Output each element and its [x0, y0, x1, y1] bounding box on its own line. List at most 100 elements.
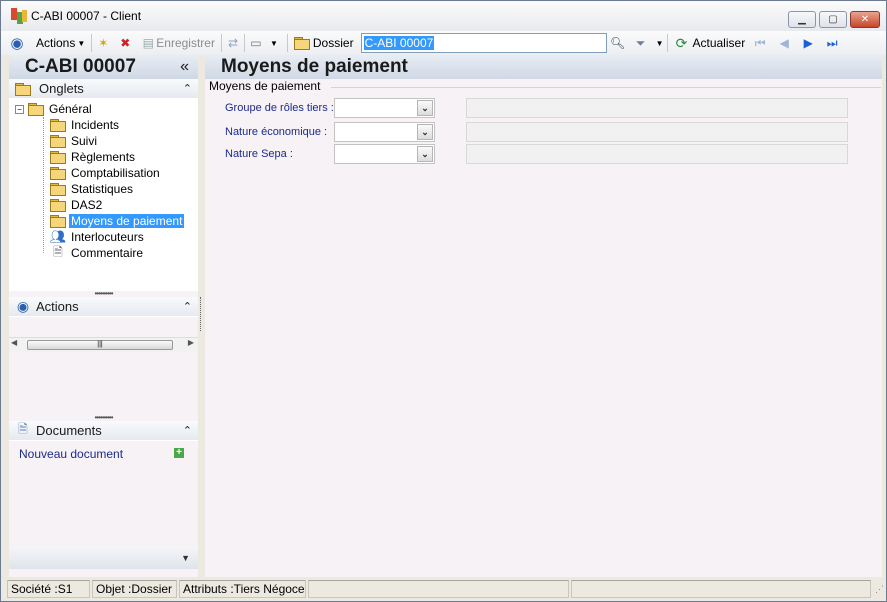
status-empty-1 — [308, 580, 569, 598]
status-bar: Société :S1 Objet :Dossier Attributs :Ti… — [1, 577, 886, 601]
print-icon[interactable]: ▭ — [248, 35, 264, 51]
collapse-panel-icon[interactable]: « — [180, 58, 189, 76]
dossier-input[interactable]: C-ABI 00007 — [360, 33, 607, 53]
search-icon[interactable]: 🔍︎ — [610, 35, 626, 51]
nature-sepa-select[interactable]: ⌄ — [334, 144, 435, 164]
tree-label: DAS2 — [71, 198, 103, 212]
status-societe: Société :S1 — [7, 580, 90, 598]
dropdown-chevron-icon[interactable]: ⌄ — [417, 100, 433, 116]
field-row-nature-economique: Nature économique : ⌄ — [225, 122, 435, 142]
actions-area — [9, 317, 198, 415]
tabs-section-title: Onglets — [39, 81, 84, 96]
note-icon: 🗎︎ — [53, 244, 63, 259]
refresh-icon: ⟳ — [675, 34, 688, 51]
tree-label: Commentaire — [71, 246, 144, 260]
left-panel: C-ABI 00007 « Onglets ⌃ − Général Incide… — [9, 55, 198, 577]
documents-area: Nouveau document + ▼ — [9, 441, 198, 569]
title-bar: C-ABI 00007 - Client ▁ ▢ ✕ — [1, 1, 886, 31]
tree-label: Comptabilisation — [71, 166, 160, 180]
actions-circle-icon[interactable]: ◉ — [9, 35, 25, 52]
panel-resize-handle[interactable] — [200, 297, 202, 331]
filter-dropdown-icon[interactable]: ▼ — [656, 39, 664, 48]
folder-icon — [50, 119, 66, 132]
tree-label: Suivi — [71, 134, 98, 148]
tree-root-general[interactable]: − Général — [15, 101, 94, 117]
new-document-link[interactable]: Nouveau document — [19, 447, 123, 461]
first-record-icon[interactable]: ⏮ — [752, 35, 768, 51]
tabs-tree: − Général Incidents Suivi Règlements Com… — [9, 99, 198, 352]
filter-icon[interactable]: ⏷ — [633, 35, 649, 51]
next-record-icon[interactable]: ▶ — [800, 35, 816, 51]
maximize-button[interactable]: ▢ — [819, 11, 847, 28]
application-window: C-ABI 00007 - Client ▁ ▢ ✕ ◉ Actions ▼ ✶… — [0, 0, 887, 602]
tree-item-moyens-de-paiement[interactable]: Moyens de paiement — [50, 213, 185, 229]
tree-item-commentaire[interactable]: 🗎︎ Commentaire — [50, 245, 145, 261]
minimize-button[interactable]: ▁ — [788, 11, 816, 28]
collapse-chevron-icon[interactable]: ⌃ — [183, 82, 192, 95]
tree-item-comptabilisation[interactable]: Comptabilisation — [50, 165, 162, 181]
refresh-label: Actualiser — [692, 36, 746, 50]
nature-economique-select[interactable]: ⌄ — [334, 122, 435, 142]
groupe-roles-tiers-select[interactable]: ⌄ — [334, 98, 435, 118]
nature-economique-description — [466, 122, 848, 142]
documents-section-header[interactable]: 🗎︎ Documents ⌃ — [9, 421, 198, 441]
dropdown-arrow-icon: ▼ — [77, 38, 86, 48]
scroll-thumb[interactable]: ||| — [27, 340, 173, 350]
tree-item-incidents[interactable]: Incidents — [50, 117, 121, 133]
nature-sepa-description — [466, 144, 848, 164]
tree-item-suivi[interactable]: Suivi — [50, 133, 99, 149]
tabs-section-header[interactable]: Onglets ⌃ — [9, 79, 198, 99]
folder-open-icon — [50, 215, 66, 228]
actions-menu-button[interactable]: Actions ▼ — [33, 33, 88, 53]
field-row-groupe-roles: Groupe de rôles tiers : ⌄ — [225, 98, 435, 118]
actions-section-header[interactable]: ◉ Actions ⌃ — [9, 297, 198, 317]
tree-item-statistiques[interactable]: Statistiques — [50, 181, 135, 197]
collapse-chevron-icon[interactable]: ⌃ — [183, 424, 192, 437]
new-icon[interactable]: ✶ — [95, 35, 111, 51]
actions-circle-icon: ◉ — [16, 298, 30, 314]
actions-section-title: Actions — [36, 299, 79, 314]
add-document-icon[interactable]: + — [174, 448, 184, 458]
dossier-input-value: C-ABI 00007 — [363, 36, 435, 50]
sync-icon[interactable]: ⇄ — [225, 35, 241, 51]
scroll-left-icon[interactable]: ◀ — [11, 338, 17, 347]
tree-collapse-icon[interactable]: − — [15, 104, 24, 114]
close-button[interactable]: ✕ — [850, 11, 880, 28]
field-label: Nature économique : — [225, 126, 328, 138]
tree-item-reglements[interactable]: Règlements — [50, 149, 137, 165]
folder-icon — [50, 135, 66, 148]
resize-grip-icon[interactable]: ⋰ — [875, 584, 884, 595]
group-title: Moyens de paiement — [209, 79, 321, 93]
scroll-right-icon[interactable]: ▶ — [188, 338, 194, 347]
dropdown-chevron-icon[interactable]: ⌄ — [417, 124, 433, 140]
save-label: Enregistrer — [156, 36, 215, 50]
dossier-label: Dossier — [312, 36, 354, 50]
refresh-button[interactable]: ⟳ Actualiser — [671, 33, 749, 53]
tree-label: Incidents — [71, 118, 120, 132]
tree-item-das2[interactable]: DAS2 — [50, 197, 104, 213]
tree-label: Statistiques — [71, 182, 134, 196]
save-button[interactable]: ▤ Enregistrer — [137, 33, 218, 53]
folder-icon — [293, 37, 310, 50]
collapse-chevron-icon[interactable]: ⌃ — [183, 300, 192, 313]
dropdown-chevron-icon[interactable]: ⌄ — [417, 146, 433, 162]
tree-horizontal-scrollbar[interactable]: ◀ ||| ▶ — [9, 337, 198, 352]
page-title: Moyens de paiement — [205, 55, 882, 79]
app-icon — [11, 8, 27, 24]
actions-menu-label: Actions — [36, 36, 76, 50]
tree-label: Règlements — [71, 150, 136, 164]
previous-record-icon[interactable]: ◀ — [776, 35, 792, 51]
field-label: Nature Sepa : — [225, 148, 293, 160]
main-panel: Moyens de paiement Moyens de paiement Gr… — [205, 55, 882, 577]
tree-label: Général — [49, 102, 92, 116]
delete-icon[interactable]: ✖ — [117, 35, 133, 51]
last-record-icon[interactable]: ⏭ — [824, 35, 840, 51]
scroll-down-icon[interactable]: ▼ — [9, 547, 198, 569]
dossier-button[interactable]: Dossier — [291, 33, 357, 53]
tree-item-interlocuteurs[interactable]: 👥︎ Interlocuteurs — [50, 229, 146, 245]
document-icon: 🗎︎ — [18, 422, 28, 436]
print-dropdown-icon[interactable]: ▼ — [270, 39, 278, 48]
groupe-roles-tiers-description — [466, 98, 848, 118]
documents-section-title: Documents — [36, 423, 102, 438]
status-empty-2 — [571, 580, 871, 598]
